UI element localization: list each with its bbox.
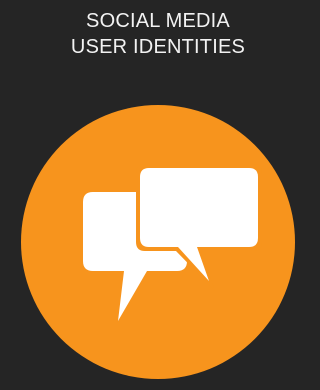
title-line-1: SOCIAL MEDIA [86, 10, 230, 32]
orange-badge [21, 105, 295, 379]
title-line-2: USER IDENTITIES [70, 36, 246, 58]
category-tile[interactable]: SOCIAL MEDIA USER IDENTITIES [0, 0, 316, 390]
page-title: SOCIAL MEDIA USER IDENTITIES [0, 8, 316, 60]
chat-bubbles-icon [83, 164, 262, 321]
